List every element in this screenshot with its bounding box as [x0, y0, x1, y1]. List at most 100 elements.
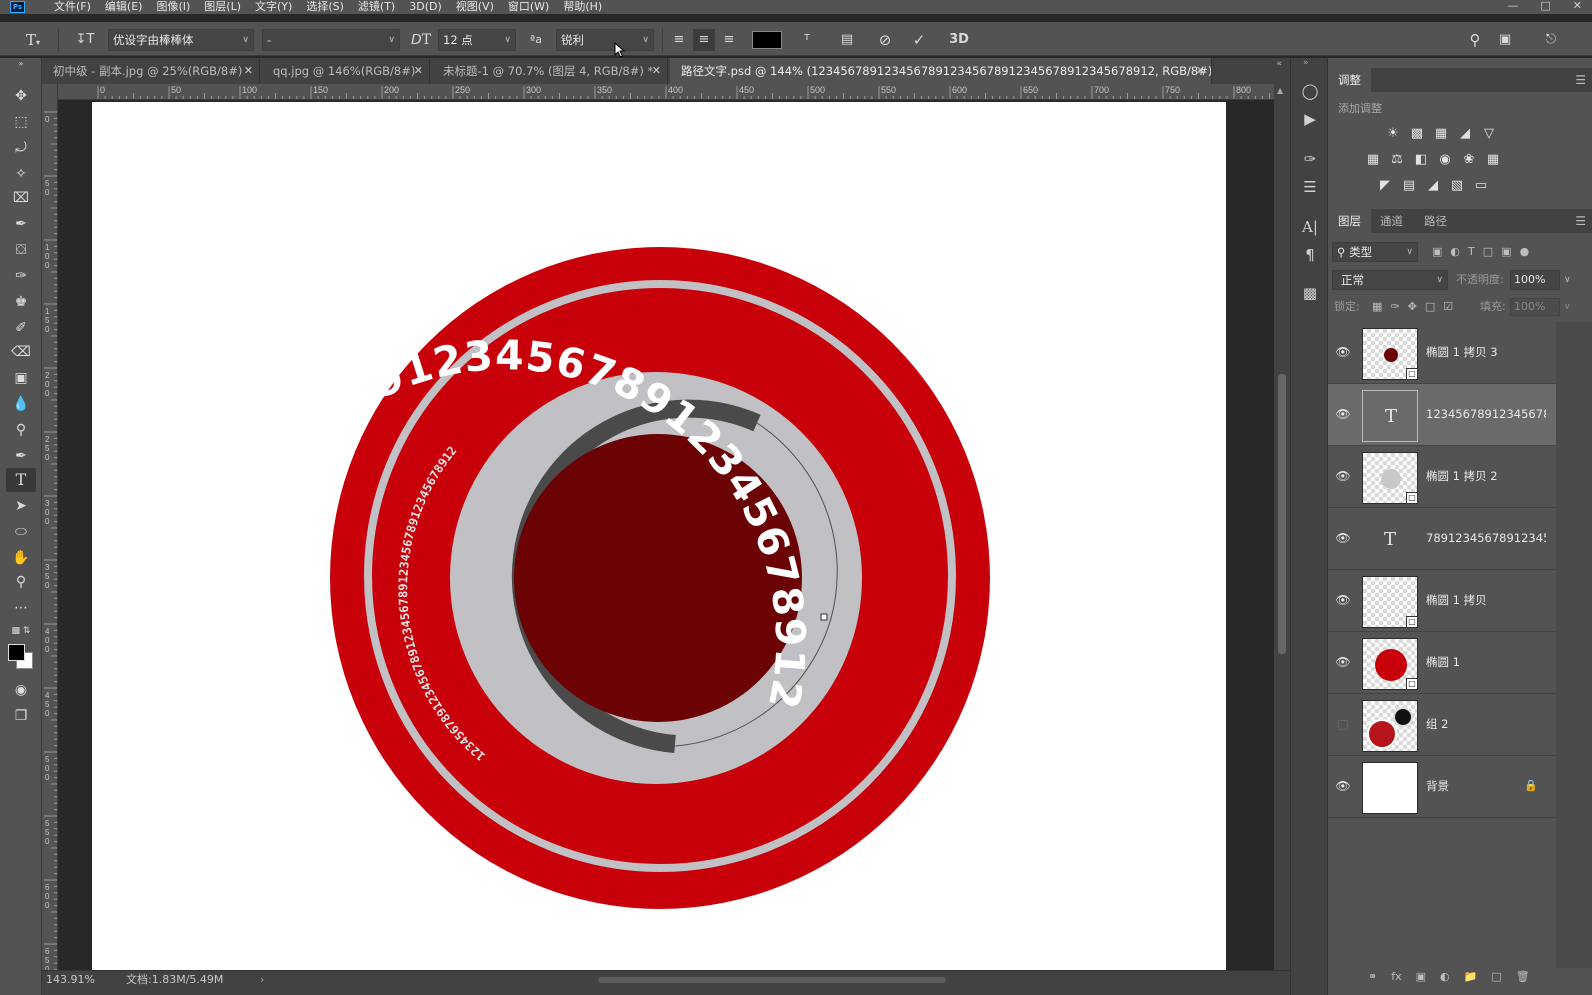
- horizontal-scroll-thumb[interactable]: [598, 977, 946, 983]
- default-colors-icon[interactable]: ▩ ⇅: [6, 624, 36, 638]
- clone-stamp-tool-icon[interactable]: ♚: [6, 290, 36, 314]
- eye-icon[interactable]: 👁: [1334, 590, 1352, 610]
- layer-row-selected[interactable]: 👁 T 12345678912345678...: [1328, 384, 1556, 446]
- marquee-tool-icon[interactable]: ⬚: [6, 110, 36, 134]
- eye-icon[interactable]: 👁: [1334, 466, 1352, 486]
- maximize-icon[interactable]: □: [1540, 0, 1550, 12]
- layer-name[interactable]: 椭圆 1: [1426, 652, 1546, 672]
- close-tab-icon[interactable]: ✕: [244, 58, 253, 84]
- collapse-strip-icon[interactable]: »: [1303, 58, 1309, 68]
- curves-icon[interactable]: ▦: [1432, 126, 1450, 142]
- font-size-select[interactable]: 12 点 ∨: [438, 29, 516, 51]
- panel-menu-icon[interactable]: ☰: [1575, 209, 1586, 233]
- layers-scrollbar[interactable]: [1556, 322, 1592, 968]
- menu-type[interactable]: 文字(Y): [248, 0, 299, 14]
- canvas-area[interactable]: 1234567891234567891234567891234567891234…: [58, 100, 1274, 970]
- screen-mode-icon[interactable]: ❐: [6, 704, 36, 728]
- eye-icon[interactable]: 👁: [1334, 342, 1352, 362]
- doc-tab[interactable]: qq.jpg @ 146%(RGB/8#) ✕: [262, 58, 430, 84]
- history-brush-tool-icon[interactable]: ✐: [6, 316, 36, 340]
- brush-tool-icon[interactable]: ✑: [6, 264, 36, 288]
- menu-image[interactable]: 图像(I): [149, 0, 197, 14]
- layer-name[interactable]: 椭圆 1 拷贝: [1426, 590, 1546, 610]
- properties-panel-icon[interactable]: ☰: [1299, 176, 1321, 198]
- chevron-down-icon[interactable]: ∨: [1564, 298, 1571, 316]
- scroll-up-icon[interactable]: ▲: [1277, 86, 1283, 95]
- close-tab-icon[interactable]: ✕: [414, 58, 423, 84]
- pen-tool-icon[interactable]: ✒: [6, 444, 36, 468]
- new-group-icon[interactable]: 📁: [1464, 970, 1478, 983]
- layer-name[interactable]: 78912345678912345...: [1426, 528, 1546, 548]
- lock-icon[interactable]: 🔒: [1524, 776, 1538, 796]
- layer-row[interactable]: 👁 □ 椭圆 1 拷贝 3: [1328, 322, 1556, 384]
- menu-view[interactable]: 视图(V): [449, 0, 501, 14]
- layer-name[interactable]: 组 2: [1426, 714, 1546, 734]
- move-tool-icon[interactable]: ✥: [6, 84, 36, 108]
- brush-settings-icon[interactable]: ✑: [1299, 148, 1321, 170]
- doc-tab-active[interactable]: 路径文字.psd @ 144% (12345678912345678912345…: [670, 58, 1212, 84]
- align-center-icon[interactable]: ≡: [693, 29, 715, 51]
- collapse-toolbar-icon[interactable]: »: [6, 60, 36, 68]
- hidden-eye-icon[interactable]: □: [1334, 714, 1352, 734]
- lock-artboard-icon[interactable]: □: [1425, 298, 1435, 316]
- layer-name[interactable]: 12345678912345678...: [1426, 404, 1546, 424]
- text-color-swatch[interactable]: [752, 31, 782, 49]
- gradient-map-icon[interactable]: ▭: [1472, 178, 1490, 194]
- adjustment-filter-icon[interactable]: ◐: [1450, 242, 1460, 262]
- invert-icon[interactable]: ◤: [1376, 178, 1394, 194]
- smart-filter-icon[interactable]: ▣: [1501, 242, 1511, 262]
- minimize-icon[interactable]: —: [1507, 0, 1518, 12]
- hand-tool-icon[interactable]: ✋: [6, 546, 36, 570]
- lock-position-icon[interactable]: ✥: [1408, 298, 1417, 316]
- character-panel-icon[interactable]: A|: [1299, 216, 1321, 238]
- quick-mask-icon[interactable]: ◉: [6, 678, 36, 702]
- crop-tool-icon[interactable]: ⌧: [6, 186, 36, 210]
- shape-filter-icon[interactable]: □: [1483, 242, 1493, 262]
- eyedropper-tool-icon[interactable]: ✒: [6, 212, 36, 236]
- toggle-text-orientation-icon[interactable]: ↧T: [74, 29, 96, 51]
- menu-help[interactable]: 帮助(H): [556, 0, 609, 14]
- path-selection-tool-icon[interactable]: ➤: [6, 494, 36, 518]
- vibrance-icon[interactable]: ▽: [1480, 126, 1498, 142]
- font-style-select[interactable]: - ∨: [262, 29, 400, 51]
- color-balance-icon[interactable]: ⚖: [1388, 152, 1406, 168]
- scroll-thumb[interactable]: [1278, 374, 1286, 654]
- layer-row[interactable]: 👁 □ 椭圆 1 拷贝: [1328, 570, 1556, 632]
- collapse-panels-icon[interactable]: «: [1276, 58, 1282, 70]
- threshold-icon[interactable]: ◢: [1424, 178, 1442, 194]
- menu-layer[interactable]: 图层(L): [197, 0, 248, 14]
- color-lookup-icon[interactable]: ▦: [1484, 152, 1502, 168]
- blur-tool-icon[interactable]: 💧: [6, 392, 36, 416]
- ellipse-tool-icon[interactable]: ⬭: [6, 520, 36, 544]
- paragraph-panel-icon[interactable]: ¶: [1299, 244, 1321, 266]
- layer-row[interactable]: □ 组 2: [1328, 694, 1556, 756]
- menu-file[interactable]: 文件(F): [47, 0, 98, 14]
- gradient-tool-icon[interactable]: ▣: [6, 366, 36, 390]
- eye-icon[interactable]: 👁: [1334, 776, 1352, 796]
- foreground-color-swatch[interactable]: [8, 644, 25, 661]
- hue-saturation-icon[interactable]: ▦: [1364, 152, 1382, 168]
- menu-edit[interactable]: 编辑(E): [98, 0, 150, 14]
- delete-layer-icon[interactable]: 🗑: [1516, 970, 1530, 983]
- posterize-icon[interactable]: ▤: [1400, 178, 1418, 194]
- menu-3d[interactable]: 3D(D): [402, 0, 449, 14]
- more-tools-icon[interactable]: ⋯: [6, 596, 36, 620]
- 3d-button[interactable]: 3D: [946, 29, 972, 51]
- blend-mode-select[interactable]: 正常 ∨: [1332, 270, 1448, 290]
- cancel-edit-icon[interactable]: ⊘: [874, 29, 896, 51]
- actions-panel-icon[interactable]: ▶: [1299, 108, 1321, 130]
- add-mask-icon[interactable]: ▣: [1416, 970, 1426, 983]
- tab-layers[interactable]: 图层: [1328, 209, 1371, 233]
- search-icon[interactable]: ⚲: [1464, 29, 1486, 51]
- panel-menu-icon[interactable]: ☰: [1575, 68, 1586, 92]
- opacity-input[interactable]: 100%: [1510, 270, 1560, 290]
- commit-edit-icon[interactable]: ✓: [908, 29, 930, 51]
- eraser-tool-icon[interactable]: ⌫: [6, 340, 36, 364]
- layer-row[interactable]: 👁 背景 🔒: [1328, 756, 1556, 818]
- layer-row[interactable]: 👁 □ 椭圆 1 拷贝 2: [1328, 446, 1556, 508]
- fx-icon[interactable]: fx: [1391, 970, 1401, 983]
- document-canvas[interactable]: 1234567891234567891234567891234567891234…: [77, 100, 1226, 970]
- font-family-select[interactable]: 优设字由棒棒体 ∨: [108, 29, 254, 51]
- selective-color-icon[interactable]: ▧: [1448, 178, 1466, 194]
- antialias-select[interactable]: 锐利 ∨: [556, 29, 654, 51]
